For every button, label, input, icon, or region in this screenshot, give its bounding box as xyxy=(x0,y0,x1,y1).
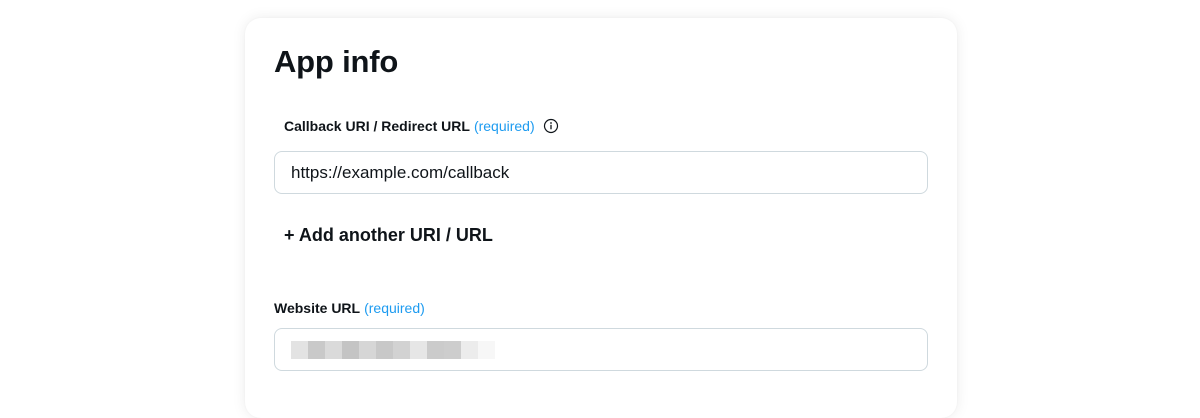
callback-url-input[interactable]: https://example.com/callback xyxy=(274,151,928,194)
callback-url-value: https://example.com/callback xyxy=(291,162,510,182)
website-url-label: Website URL (required) xyxy=(274,300,425,316)
callback-url-label: Callback URI / Redirect URL (required) xyxy=(284,118,559,134)
required-indicator: (required) xyxy=(473,118,535,134)
app-info-card: App info Callback URI / Redirect URL (re… xyxy=(245,18,957,418)
website-url-input[interactable] xyxy=(274,328,928,371)
required-indicator: (required) xyxy=(364,300,425,316)
info-circle-icon[interactable] xyxy=(543,118,559,134)
page-title: App info xyxy=(274,44,399,79)
website-url-label-text: Website URL xyxy=(274,300,361,316)
redacted-url-value xyxy=(291,340,495,359)
callback-url-label-text: Callback URI / Redirect URL xyxy=(284,118,470,134)
add-another-url-link[interactable]: + Add another URI / URL xyxy=(284,225,493,246)
